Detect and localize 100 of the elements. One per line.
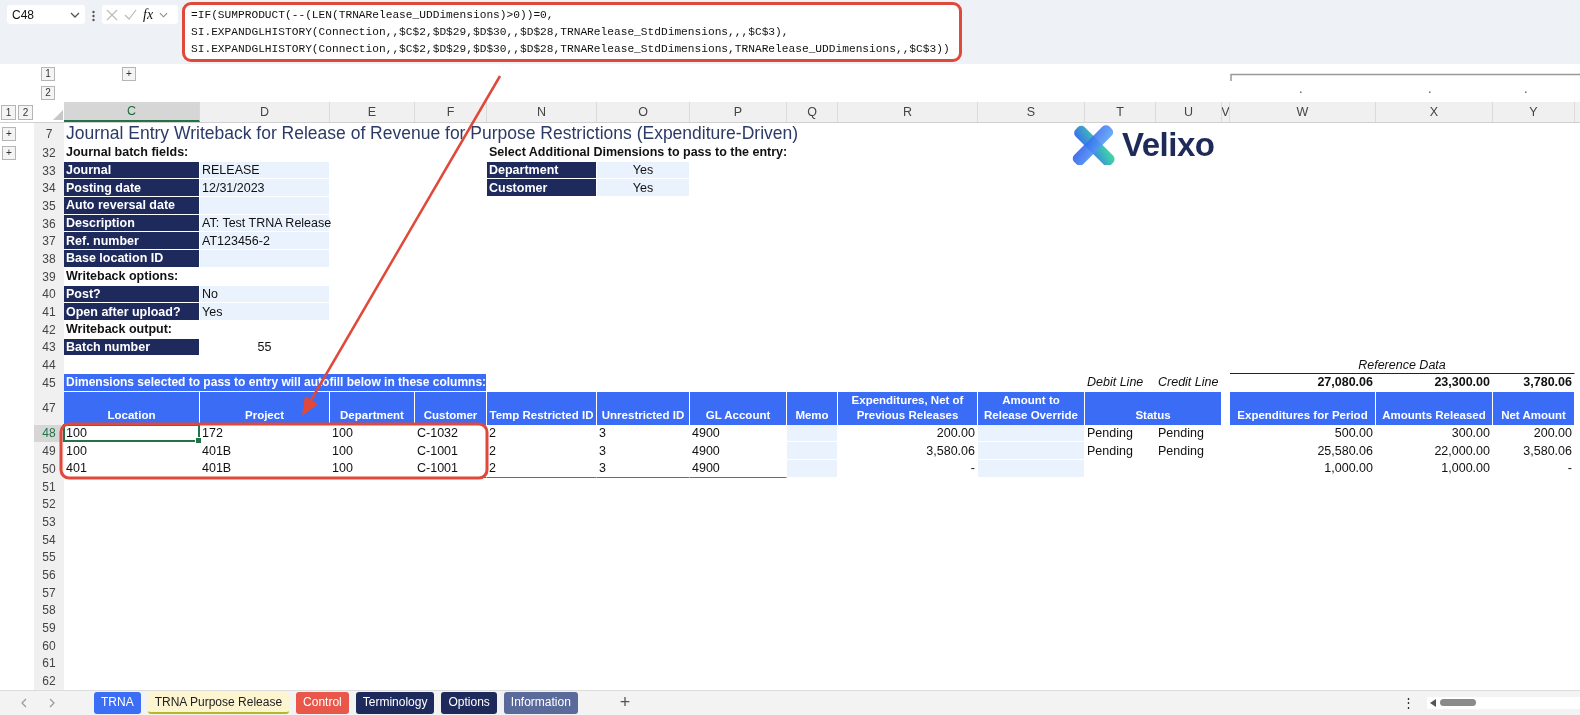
outline-level-button[interactable]: 1 bbox=[1, 104, 16, 120]
table-cell: Pending bbox=[1085, 424, 1156, 443]
more-icon[interactable] bbox=[92, 10, 95, 22]
table-cell: 25,580.06 bbox=[1230, 442, 1376, 460]
row-header[interactable]: 7 bbox=[34, 123, 64, 144]
add-sheet-button[interactable]: + bbox=[613, 691, 637, 715]
table-cell: 3,580.06 bbox=[838, 442, 978, 460]
row-header[interactable]: 59 bbox=[34, 619, 64, 637]
column-note: Credit Line bbox=[1156, 373, 1222, 392]
total-cell: 23,300.00 bbox=[1376, 373, 1493, 392]
row-header[interactable]: 32 bbox=[34, 144, 64, 162]
table-cell: 3 bbox=[597, 460, 690, 478]
table-cell: 100 bbox=[330, 442, 415, 460]
table-cell: 1,000.00 bbox=[1230, 460, 1376, 478]
table-cell: 22,000.00 bbox=[1376, 442, 1493, 460]
table-cell: 200.00 bbox=[838, 424, 978, 443]
horizontal-scrollbar[interactable] bbox=[1427, 696, 1580, 709]
row-header[interactable]: 56 bbox=[34, 566, 64, 584]
column-header[interactable]: N bbox=[487, 102, 597, 122]
column-header[interactable]: Q bbox=[787, 102, 838, 122]
table-cell: Pending bbox=[1156, 424, 1222, 443]
sheet-tab[interactable]: TRNA bbox=[94, 691, 141, 714]
chevron-left-icon[interactable] bbox=[20, 697, 28, 708]
table-cell: 3 bbox=[597, 442, 690, 460]
section-heading: Writeback options: bbox=[64, 267, 330, 286]
column-heading: Memo bbox=[787, 391, 838, 425]
logo-text: Velixo bbox=[1122, 126, 1215, 164]
table-cell: 200.00 bbox=[1493, 424, 1575, 443]
chevron-down-icon[interactable] bbox=[159, 11, 169, 18]
name-box[interactable]: C48 bbox=[7, 5, 85, 24]
field-label: Ref. number bbox=[64, 232, 200, 251]
chevron-right-icon[interactable] bbox=[48, 697, 56, 708]
expand-button[interactable]: + bbox=[2, 145, 16, 160]
sheet-tab[interactable]: Terminology bbox=[355, 691, 435, 714]
table-cell: C-1032 bbox=[415, 424, 487, 443]
more-button[interactable]: ⋮ bbox=[1402, 695, 1415, 711]
field-value[interactable]: AT123456-2 bbox=[200, 232, 330, 251]
row-header[interactable]: 62 bbox=[34, 672, 64, 690]
sheet-tab[interactable]: Information bbox=[503, 691, 578, 714]
outline-level-button[interactable]: 1 bbox=[41, 66, 55, 81]
table-cell: 401B bbox=[200, 442, 330, 460]
row-header[interactable]: 55 bbox=[34, 548, 64, 567]
table-cell: 1,000.00 bbox=[1376, 460, 1493, 478]
memo-field[interactable] bbox=[787, 460, 838, 478]
scroll-left-icon[interactable] bbox=[1430, 698, 1436, 707]
outline-level-button[interactable]: 2 bbox=[41, 85, 55, 100]
row-header[interactable]: 38 bbox=[34, 250, 64, 268]
expand-button[interactable]: + bbox=[2, 126, 16, 141]
column-heading: Expenditures, Net of Previous Releases bbox=[838, 391, 978, 425]
table-cell: - bbox=[1493, 460, 1575, 478]
row-header[interactable]: 35 bbox=[34, 197, 64, 215]
table-cell: 2 bbox=[487, 424, 597, 443]
sheet-tab[interactable]: Options bbox=[441, 691, 497, 714]
select-all-icon[interactable] bbox=[53, 110, 63, 120]
column-header[interactable]: X bbox=[1376, 102, 1493, 122]
field-value: 55 bbox=[200, 338, 330, 357]
table-cell: 4900 bbox=[690, 460, 787, 478]
row-header[interactable]: 53 bbox=[34, 513, 64, 531]
column-header[interactable]: Y bbox=[1493, 102, 1575, 122]
formula-field[interactable]: =IF(SUMPRODUCT(--(LEN(TRNARelease_UDDimensions)>0))=0, SI.EXPANDGLHISTORY(Connection,,$C$2,$D$29,$D$30,,$D$28,TRNARelease_StdDimensions,,,$C$3), SI.EXPANDGLHISTORY(Connection,,$C$2,$D$29,$D$30,,$D$28,TRNARelease_StdDimensions,TRNARelease_UDDimensions,,$C$3)) bbox=[182, 2, 962, 62]
column-header[interactable]: C bbox=[64, 102, 200, 122]
field-value[interactable]: 12/31/2023 bbox=[200, 179, 330, 198]
table-cell: C-1001 bbox=[415, 460, 487, 478]
column-header[interactable]: T bbox=[1085, 102, 1156, 122]
column-header[interactable]: P bbox=[690, 102, 787, 122]
table-cell: 100 bbox=[330, 424, 415, 443]
column-header[interactable]: O bbox=[597, 102, 690, 122]
field-value[interactable]: Yes bbox=[200, 303, 330, 321]
outline-level-button[interactable]: 2 bbox=[18, 104, 33, 120]
column-header[interactable]: R bbox=[838, 102, 978, 122]
row-header[interactable]: 52 bbox=[34, 495, 64, 514]
field-value[interactable] bbox=[200, 197, 330, 215]
expand-button[interactable]: + bbox=[122, 66, 136, 81]
row-header[interactable]: 41 bbox=[34, 303, 64, 321]
column-header[interactable]: S bbox=[978, 102, 1085, 122]
row-header[interactable]: 34 bbox=[34, 179, 64, 198]
table-cell: 3,580.06 bbox=[1493, 442, 1575, 460]
column-header[interactable]: D bbox=[200, 102, 330, 122]
check-icon[interactable] bbox=[124, 8, 137, 21]
column-header[interactable]: E bbox=[330, 102, 415, 122]
column-heading: Temp Restricted ID bbox=[487, 391, 597, 425]
sheet-tab[interactable]: TRNA Purpose Release bbox=[147, 691, 290, 714]
scroll-thumb[interactable] bbox=[1440, 699, 1476, 707]
row-header[interactable]: 47 bbox=[34, 391, 64, 425]
sheet-tab[interactable]: Control bbox=[296, 691, 349, 714]
row-header[interactable]: 37 bbox=[34, 232, 64, 251]
column-header[interactable]: W bbox=[1230, 102, 1376, 122]
chevron-down-icon bbox=[70, 11, 80, 18]
table-cell: Pending bbox=[1085, 442, 1156, 460]
close-icon[interactable] bbox=[106, 8, 118, 21]
insert-function-button[interactable]: fx bbox=[143, 6, 154, 23]
table-cell: 100 bbox=[330, 460, 415, 478]
field-value[interactable] bbox=[200, 250, 330, 268]
field-value[interactable]: Yes bbox=[597, 179, 690, 198]
column-header[interactable]: F bbox=[415, 102, 487, 122]
row-header[interactable]: 44 bbox=[34, 356, 64, 374]
column-note: Debit Line bbox=[1085, 373, 1156, 392]
column-header[interactable]: U bbox=[1156, 102, 1222, 122]
field-label: Customer bbox=[487, 179, 597, 198]
column-header[interactable]: V bbox=[1222, 102, 1230, 122]
